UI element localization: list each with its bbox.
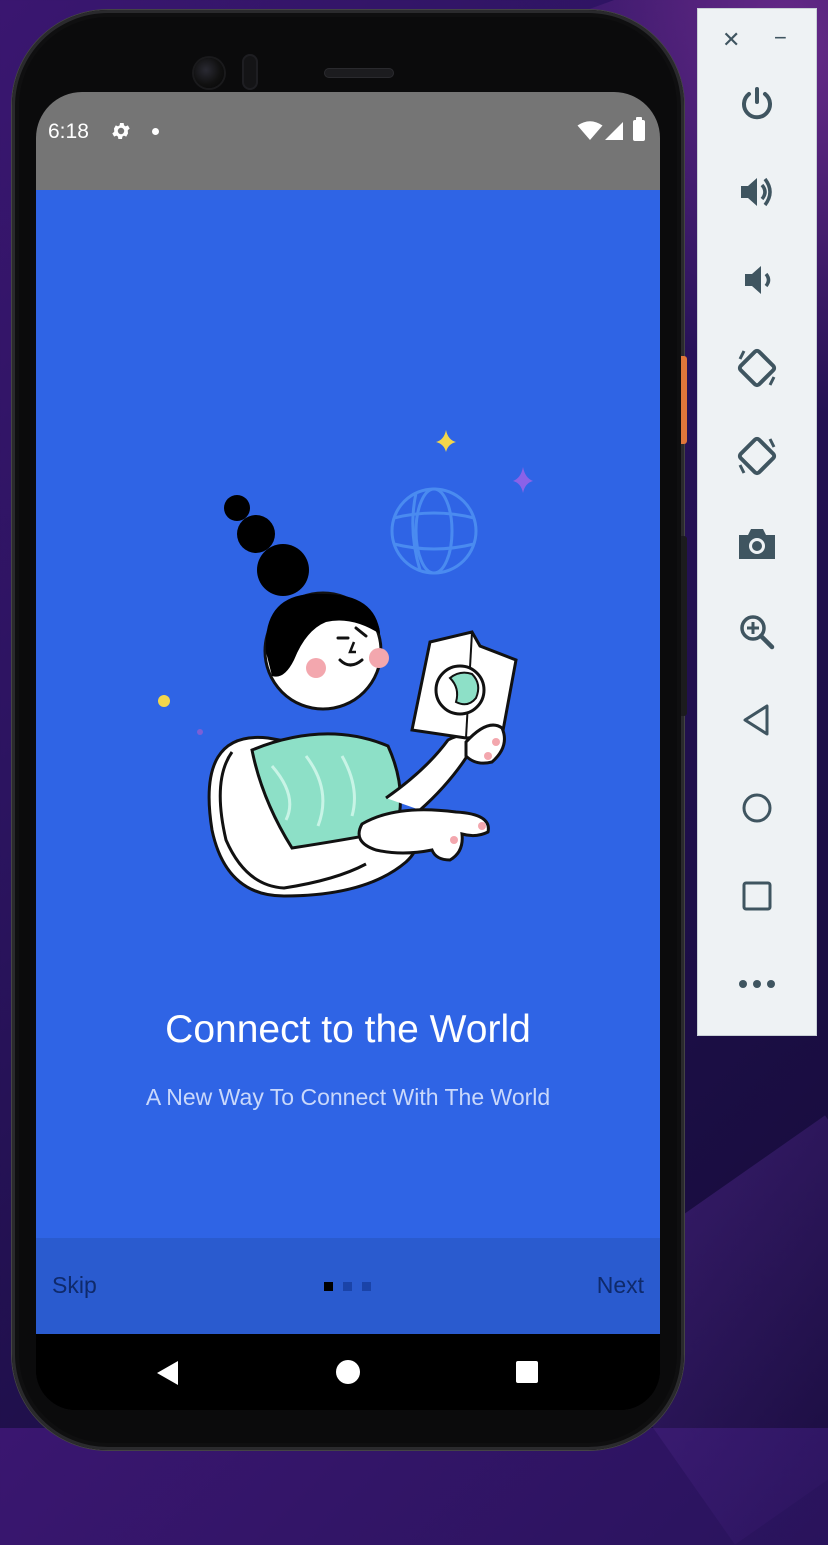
nav-back-icon[interactable]	[156, 1360, 180, 1386]
volume-side-button	[681, 536, 687, 716]
home-icon	[742, 793, 772, 823]
globe-outline	[390, 487, 478, 575]
rotate-left-icon	[737, 348, 777, 388]
notification-dot-icon	[152, 128, 159, 135]
rotate-right-icon	[737, 436, 777, 476]
onboarding-illustration	[158, 430, 533, 898]
purple-dot	[197, 729, 203, 735]
skip-button[interactable]: Skip	[52, 1272, 97, 1299]
volume-up-icon	[741, 177, 772, 207]
screenshot-button[interactable]	[732, 519, 782, 569]
onboarding-bottom-bar: Skip Next	[36, 1238, 660, 1334]
emulator-home-button[interactable]	[732, 783, 782, 833]
android-nav-bar	[36, 1334, 660, 1410]
close-icon[interactable]: ✕	[722, 27, 740, 53]
purple-sparkle	[513, 467, 533, 493]
front-camera	[194, 58, 224, 88]
emulator-back-button[interactable]	[732, 695, 782, 745]
nav-home-icon[interactable]	[336, 1360, 360, 1384]
status-time: 6:18	[48, 120, 89, 143]
zoom-button[interactable]	[732, 607, 782, 657]
page-indicator-dot	[362, 1282, 371, 1291]
overview-icon	[742, 881, 772, 911]
right-arm	[385, 734, 478, 812]
more-icon	[739, 980, 775, 988]
power-button[interactable]	[732, 79, 782, 129]
wifi-icon	[577, 121, 603, 140]
page-indicator-dot-active	[324, 1282, 333, 1291]
rotate-left-button[interactable]	[732, 343, 782, 393]
proximity-sensor	[242, 54, 258, 90]
onboarding-subtitle: A New Way To Connect With The World	[145, 1084, 551, 1110]
hair-bun-medium	[237, 515, 275, 553]
minimize-icon[interactable]: −	[774, 25, 787, 51]
fingernail	[478, 822, 486, 830]
yellow-sparkle	[436, 430, 456, 452]
hair-bun-large	[257, 544, 309, 596]
status-bar: 6:18	[36, 92, 660, 190]
hair-bun-small	[224, 495, 250, 521]
nav-overview-icon[interactable]	[516, 1361, 538, 1383]
rotate-right-button[interactable]	[732, 431, 782, 481]
fingernail	[450, 836, 458, 844]
volume-up-button[interactable]	[732, 167, 782, 217]
more-options-button[interactable]	[732, 959, 782, 1009]
onboarding-page[interactable]: Connect to the World A New Way To Connec…	[36, 190, 660, 1238]
emulator-toolbar: ✕ −	[697, 8, 817, 1036]
battery-icon	[633, 117, 645, 141]
cell-signal-icon	[605, 122, 623, 140]
next-button[interactable]: Next	[597, 1272, 644, 1299]
cheek-left	[306, 658, 326, 678]
cheek-right	[369, 648, 389, 668]
fingernail	[484, 752, 492, 760]
volume-down-icon	[745, 266, 771, 294]
power-icon	[742, 87, 772, 120]
back-icon	[743, 704, 769, 736]
page-indicator-dot	[343, 1282, 352, 1291]
camera-icon	[739, 529, 775, 559]
fingernail	[492, 738, 500, 746]
onboarding-title: Connect to the World	[165, 1008, 531, 1051]
power-side-button	[681, 356, 687, 444]
emulator-overview-button[interactable]	[732, 871, 782, 921]
device-screen: 6:18 Connect to the World A New Way To C…	[36, 92, 660, 1410]
yellow-dot	[158, 695, 170, 707]
earpiece-speaker	[324, 68, 394, 78]
zoom-icon	[740, 615, 775, 650]
settings-gear-icon	[112, 123, 130, 139]
volume-down-button[interactable]	[732, 255, 782, 305]
